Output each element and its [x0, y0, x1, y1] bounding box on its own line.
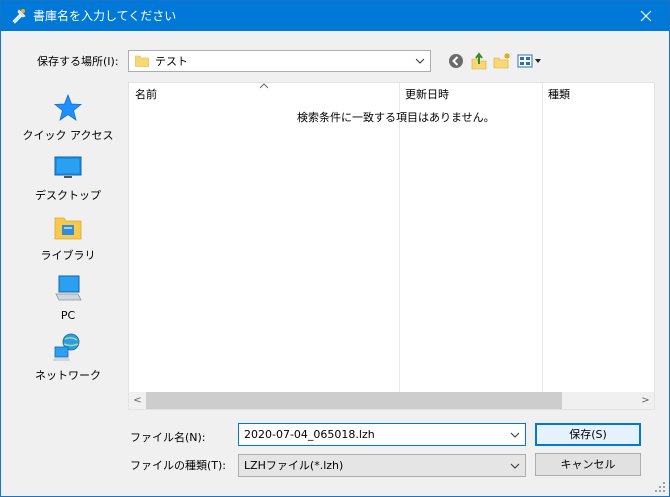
network-icon — [53, 333, 80, 361]
place-label: ネットワーク — [35, 369, 101, 382]
column-header-type[interactable]: 種類 — [542, 83, 654, 107]
app-icon — [12, 9, 26, 24]
save-dialog: 書庫名を入力してください 保存する場所(I): テスト クイック アクセス デス… — [0, 0, 670, 497]
place-network[interactable]: ネットワーク — [12, 332, 124, 390]
file-name-label: ファイル名(N): — [130, 431, 206, 444]
view-grid-icon — [517, 54, 541, 68]
save-button[interactable]: 保存(S) — [535, 423, 641, 446]
file-list[interactable]: 名前 更新日時 種類 検索条件に一致する項目はありません。 < > — [128, 82, 655, 410]
scroll-right-arrow[interactable]: > — [637, 392, 654, 409]
place-pc[interactable]: PC — [12, 272, 124, 330]
file-name-input[interactable]: 2020-07-04_065018.lzh — [238, 423, 526, 446]
column-header-name[interactable]: 名前 — [129, 83, 399, 107]
empty-message: 検索条件に一致する項目はありません。 — [297, 111, 495, 124]
file-type-value: LZHファイル(*.lzh) — [244, 459, 344, 472]
close-icon — [640, 10, 652, 22]
save-location-label: 保存する場所(I): — [37, 55, 119, 68]
window-title: 書庫名を入力してください — [33, 9, 177, 23]
star-icon — [53, 93, 83, 121]
file-name-value[interactable]: 2020-07-04_065018.lzh — [244, 428, 375, 442]
horizontal-scrollbar[interactable]: < > — [129, 392, 654, 409]
up-folder-icon — [471, 52, 487, 70]
back-arrow-icon — [449, 54, 463, 68]
desktop-icon — [54, 156, 82, 178]
resize-grip-icon[interactable] — [655, 482, 665, 492]
chevron-down-icon — [510, 463, 520, 469]
place-libraries[interactable]: ライブラリ — [12, 212, 124, 270]
scroll-left-arrow[interactable]: < — [129, 392, 146, 409]
new-folder-button[interactable] — [493, 52, 511, 70]
place-label: ライブラリ — [40, 249, 96, 262]
view-menu-button[interactable] — [516, 52, 544, 70]
column-divider[interactable] — [399, 83, 400, 393]
current-folder: テスト — [155, 55, 188, 68]
place-quick-access[interactable]: クイック アクセス — [12, 92, 124, 150]
new-folder-icon — [493, 53, 510, 69]
save-location-dropdown[interactable]: テスト — [128, 50, 431, 72]
column-divider[interactable] — [542, 83, 543, 393]
places-bar: クイック アクセス デスクトップ ライブラリ PC ネットワーク — [12, 82, 124, 412]
back-button[interactable] — [447, 52, 465, 70]
place-label: クイック アクセス — [22, 129, 114, 142]
scrollbar-thumb[interactable] — [146, 392, 562, 409]
place-label: PC — [60, 309, 76, 322]
folder-icon — [135, 55, 149, 67]
column-header-modified[interactable]: 更新日時 — [399, 83, 542, 107]
library-icon — [54, 217, 82, 240]
cancel-button[interactable]: キャンセル — [535, 453, 641, 476]
pc-icon — [55, 275, 82, 301]
up-folder-button[interactable] — [470, 52, 488, 70]
file-type-select[interactable]: LZHファイル(*.lzh) — [238, 454, 526, 477]
close-button[interactable] — [623, 1, 669, 31]
chevron-down-icon[interactable] — [510, 430, 520, 440]
title-bar[interactable]: 書庫名を入力してください — [1, 1, 669, 31]
place-label: デスクトップ — [35, 189, 101, 202]
file-type-label: ファイルの種類(T): — [130, 459, 227, 472]
place-desktop[interactable]: デスクトップ — [12, 152, 124, 210]
chevron-down-icon — [415, 58, 425, 64]
